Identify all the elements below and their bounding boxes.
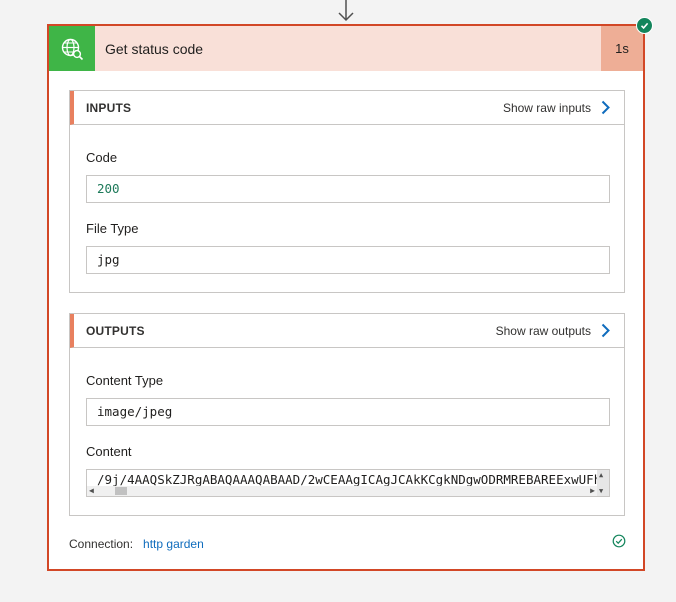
code-value[interactable]: 200 [86, 175, 610, 203]
code-label: Code [86, 150, 118, 165]
show-raw-inputs-label: Show raw inputs [502, 100, 591, 115]
show-raw-inputs-link[interactable]: Show raw inputs [503, 100, 610, 115]
flow-arrow-icon [338, 0, 354, 22]
content-textarea[interactable]: /9j/4AAQSkZJRgABAQAAAQABAAD/2wCEAAgICAgJ… [86, 469, 610, 497]
outputs-header: OUTPUTS Show raw outputs [70, 314, 624, 348]
file-type-label: File Type [86, 221, 139, 236]
inputs-title: INPUTS [86, 100, 132, 115]
scroll-down-icon[interactable]: ▼ [599, 487, 603, 495]
scroll-up-icon[interactable]: ▲ [599, 471, 603, 479]
connection-footer: Connection: http garden [69, 537, 204, 551]
file-type-field: File Type jpg [86, 220, 610, 274]
inputs-section: INPUTS Show raw inputs Code 200 File Typ… [69, 90, 625, 293]
action-title: Get status code [105, 40, 204, 57]
scroll-thumb[interactable] [115, 487, 127, 495]
content-label: Content [86, 444, 132, 459]
chevron-right-icon [601, 323, 610, 338]
scroll-right-icon[interactable]: ▶ [590, 486, 595, 496]
horizontal-scrollbar[interactable]: ◀ ▶ [87, 486, 597, 496]
connection-ok-icon [612, 534, 626, 548]
show-raw-outputs-link[interactable]: Show raw outputs [496, 323, 610, 338]
globe-search-icon [49, 26, 95, 71]
action-header[interactable]: Get status code 1s [49, 26, 643, 71]
outputs-title: OUTPUTS [86, 323, 145, 338]
code-field: Code 200 [86, 149, 610, 203]
success-check-icon [636, 17, 653, 34]
connection-link[interactable]: http garden [143, 537, 204, 551]
content-type-field: Content Type image/jpeg [86, 372, 610, 426]
duration-badge: 1s [601, 26, 643, 71]
show-raw-outputs-label: Show raw outputs [495, 323, 591, 338]
content-type-label: Content Type [86, 373, 164, 388]
inputs-header: INPUTS Show raw inputs [70, 91, 624, 125]
file-type-value[interactable]: jpg [86, 246, 610, 274]
content-field: Content /9j/4AAQSkZJRgABAQAAAQABAAD/2wCE… [86, 443, 610, 497]
scroll-left-icon[interactable]: ◀ [89, 486, 94, 496]
outputs-section: OUTPUTS Show raw outputs Content Type im… [69, 313, 625, 516]
connection-label: Connection: [69, 537, 134, 551]
content-type-value[interactable]: image/jpeg [86, 398, 610, 426]
action-card: Get status code 1s INPUTS Show raw input… [47, 24, 645, 571]
vertical-scrollbar[interactable]: ▲ ▼ [597, 470, 609, 496]
chevron-right-icon [601, 100, 610, 115]
